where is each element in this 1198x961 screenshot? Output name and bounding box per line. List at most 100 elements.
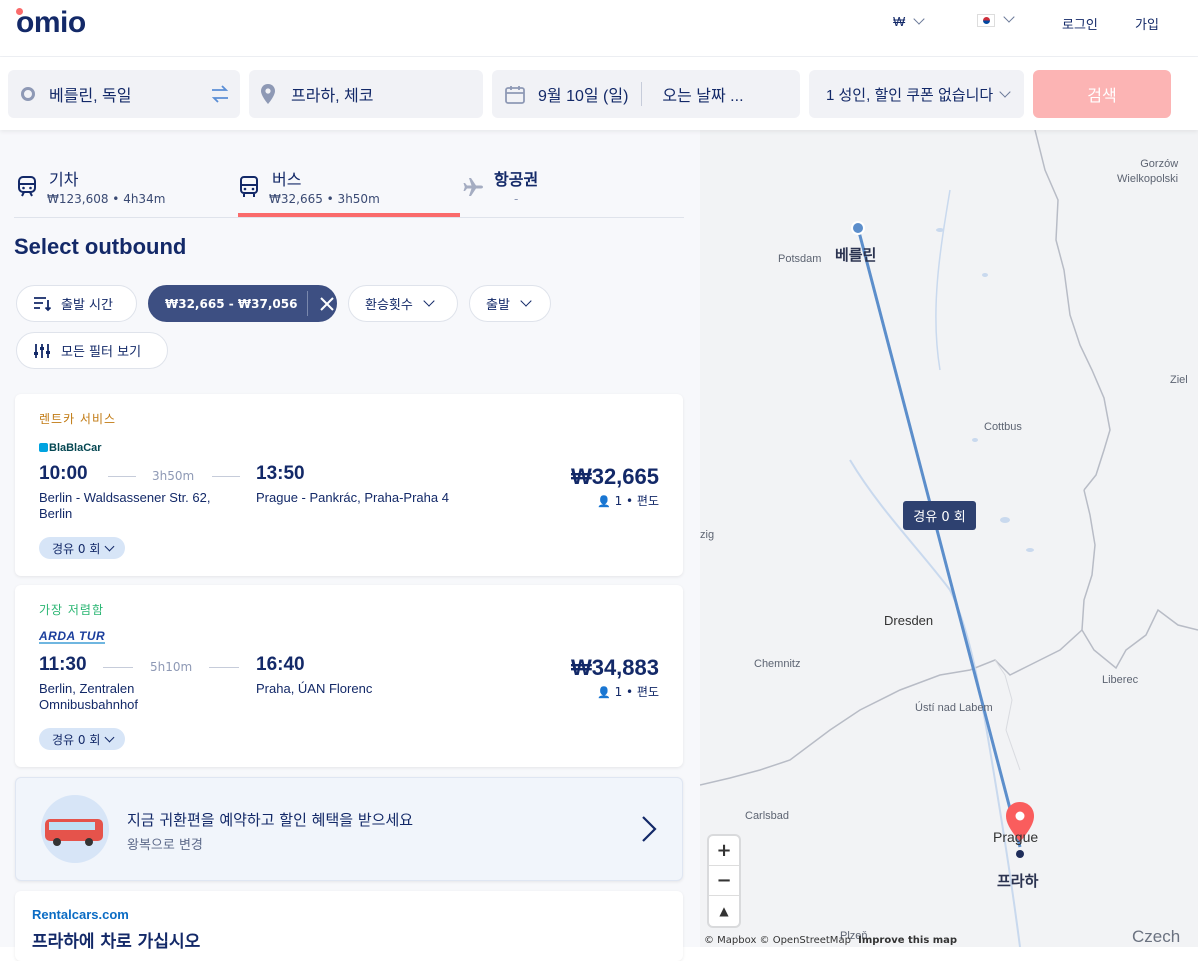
tab-bus[interactable]: 버스 ₩32,665 • 3h50m (238, 160, 460, 218)
chevron-down-icon (423, 294, 435, 307)
result-card[interactable]: 가장 저렴함 ARDA TUR 11:30 5h10m 16:40 Berlin… (15, 585, 683, 767)
map-label-cottbus: Cottbus (984, 421, 1022, 433)
tab-flight[interactable]: 항공권 - (460, 160, 684, 218)
date-divider (641, 82, 643, 106)
chevron-down-icon (1003, 11, 1015, 23)
destination-value: 프라하, 체코 (291, 88, 374, 105)
timeline-line (209, 667, 239, 668)
all-filters-chip[interactable]: 모든 필터 보기 (16, 332, 168, 369)
map-label-potsdam: Potsdam (778, 253, 822, 265)
operator-logo: BlaBlaCar (39, 442, 102, 454)
result-tag: 렌트카 서비스 (39, 412, 117, 426)
passenger-text: 1 • 편도 (614, 685, 659, 699)
rentalcars-brand: Rentalcars.com (32, 907, 129, 922)
currency-selector[interactable]: ₩ (893, 13, 925, 29)
price-filter-label: ₩32,665 - ₩37,056 (165, 296, 298, 311)
map-label-prague: Prague (993, 829, 1039, 845)
depart-date-value[interactable]: 9월 10일 (일) (538, 82, 628, 106)
stops-label: 경유 0 회 (52, 732, 101, 747)
map-label-dresden: Dresden (884, 613, 934, 628)
currency-label: ₩ (893, 14, 906, 29)
rentalcars-title: 프라하에 차로 가십시오 (32, 932, 201, 952)
chevron-right-icon (642, 816, 657, 842)
filter-sliders-icon (34, 343, 50, 358)
origin-value: 베를린, 독일 (49, 88, 132, 105)
tab-train-summary: ₩123,608 • 4h34m (47, 192, 166, 206)
map-label-leipzig: zig (700, 529, 715, 541)
close-icon[interactable] (320, 296, 335, 311)
arrive-time: 13:50 (256, 463, 305, 484)
attribution-text: © Mapbox © OpenStreetMap (704, 935, 851, 946)
bus-icon (240, 176, 258, 197)
passenger-text: 1 • 편도 (614, 494, 659, 508)
map-terrain (700, 130, 1198, 947)
route-map[interactable]: Gorzów Wielkopolski Potsdam 베를린 Ziel Cot… (700, 130, 1198, 947)
language-selector[interactable] (977, 11, 1015, 28)
map-zoom-controls: + − ▲ (709, 836, 739, 926)
korea-flag-icon (977, 14, 995, 28)
map-label-gorzow: Gorzów Wielkopolski (1117, 158, 1179, 185)
all-filters-label: 모든 필터 보기 (61, 345, 142, 360)
operator-logo: ARDA TUR (39, 629, 106, 644)
depart-time: 10:00 (39, 463, 88, 484)
zoom-in-button[interactable]: + (709, 836, 739, 866)
chevron-down-icon (520, 294, 532, 307)
compass-button[interactable]: ▲ (709, 896, 739, 926)
date-field[interactable]: 9월 10일 (일) 오는 날짜 ... (492, 70, 800, 118)
map-label-ziel: Ziel (1170, 374, 1188, 386)
rentalcars-card[interactable]: Rentalcars.com 프라하에 차로 가십시오 (15, 891, 683, 961)
depart-time: 11:30 (39, 654, 87, 675)
airplane-icon (463, 178, 483, 196)
improve-map-link[interactable]: Improve this map (858, 935, 957, 946)
zoom-out-button[interactable]: − (709, 866, 739, 896)
origin-circle-icon (21, 87, 35, 101)
result-card[interactable]: 렌트카 서비스 BlaBlaCar 10:00 3h50m 13:50 Berl… (15, 394, 683, 576)
tab-bus-summary: ₩32,665 • 3h50m (269, 192, 380, 206)
chevron-down-icon (913, 13, 925, 25)
omio-logo[interactable]: omio (16, 6, 86, 40)
departure-filter-chip[interactable]: 출발 (469, 285, 551, 322)
timeline-line (212, 476, 240, 477)
tab-flight-summary: - (514, 192, 519, 206)
destination-field[interactable]: 프라하, 체코 (249, 70, 483, 118)
tab-flight-label: 항공권 (494, 170, 539, 189)
route-badge: 경유 0 회 (903, 501, 976, 530)
results-panel: 기차 ₩123,608 • 4h34m 버스 ₩32,665 • 3h50m 항… (0, 130, 700, 961)
return-trip-promo[interactable]: 지금 귀환편을 예약하고 할인 혜택을 받으세요 왕복으로 변경 (15, 777, 683, 881)
search-button[interactable]: 검색 (1033, 70, 1171, 118)
origin-field[interactable]: 베를린, 독일 (8, 70, 240, 118)
passenger-field[interactable]: 1 성인, 할인 쿠폰 없습니다 (809, 70, 1024, 118)
transfers-filter-chip[interactable]: 환승횟수 (348, 285, 458, 322)
timeline-line (108, 476, 136, 477)
operator-name: BlaBlaCar (49, 442, 102, 454)
blablacar-icon (39, 443, 48, 452)
person-icon: 👤 (597, 495, 611, 508)
passenger-info: 👤 1 • 편도 (597, 683, 659, 700)
stops-toggle[interactable]: 경유 0 회 (39, 537, 126, 559)
chevron-down-icon (104, 732, 115, 742)
return-date-value[interactable]: 오는 날짜 ... (662, 82, 743, 106)
calendar-icon (505, 85, 525, 104)
sort-icon (34, 296, 51, 311)
signup-link[interactable]: 가입 (1135, 14, 1159, 33)
tab-bus-label: 버스 (272, 170, 302, 189)
stops-toggle[interactable]: 경유 0 회 (39, 728, 126, 750)
to-station: Praha, ÚAN Florenc (256, 681, 373, 696)
trip-duration: 5h10m (150, 660, 193, 674)
sort-departure-chip[interactable]: 출발 시간 (16, 285, 137, 322)
price-filter-chip[interactable]: ₩32,665 - ₩37,056 (148, 285, 337, 322)
page-title: Select outbound (14, 234, 187, 259)
departure-chip-label: 출발 (486, 298, 510, 313)
tab-train-label: 기차 (49, 170, 79, 189)
map-label-chemnitz: Chemnitz (754, 658, 801, 670)
promo-title: 지금 귀환편을 예약하고 할인 혜택을 받으세요 (127, 811, 414, 829)
login-link[interactable]: 로그인 (1062, 14, 1098, 33)
arrive-time: 16:40 (256, 654, 305, 675)
swap-icon[interactable] (210, 85, 230, 103)
bus-illustration (41, 795, 109, 863)
promo-subtitle: 왕복으로 변경 (127, 838, 203, 853)
map-label-liberec: Liberec (1102, 674, 1139, 686)
result-price: ₩32,665 (570, 464, 659, 489)
transport-tabs: 기차 ₩123,608 • 4h34m 버스 ₩32,665 • 3h50m 항… (14, 160, 684, 218)
tab-train[interactable]: 기차 ₩123,608 • 4h34m (14, 160, 229, 218)
